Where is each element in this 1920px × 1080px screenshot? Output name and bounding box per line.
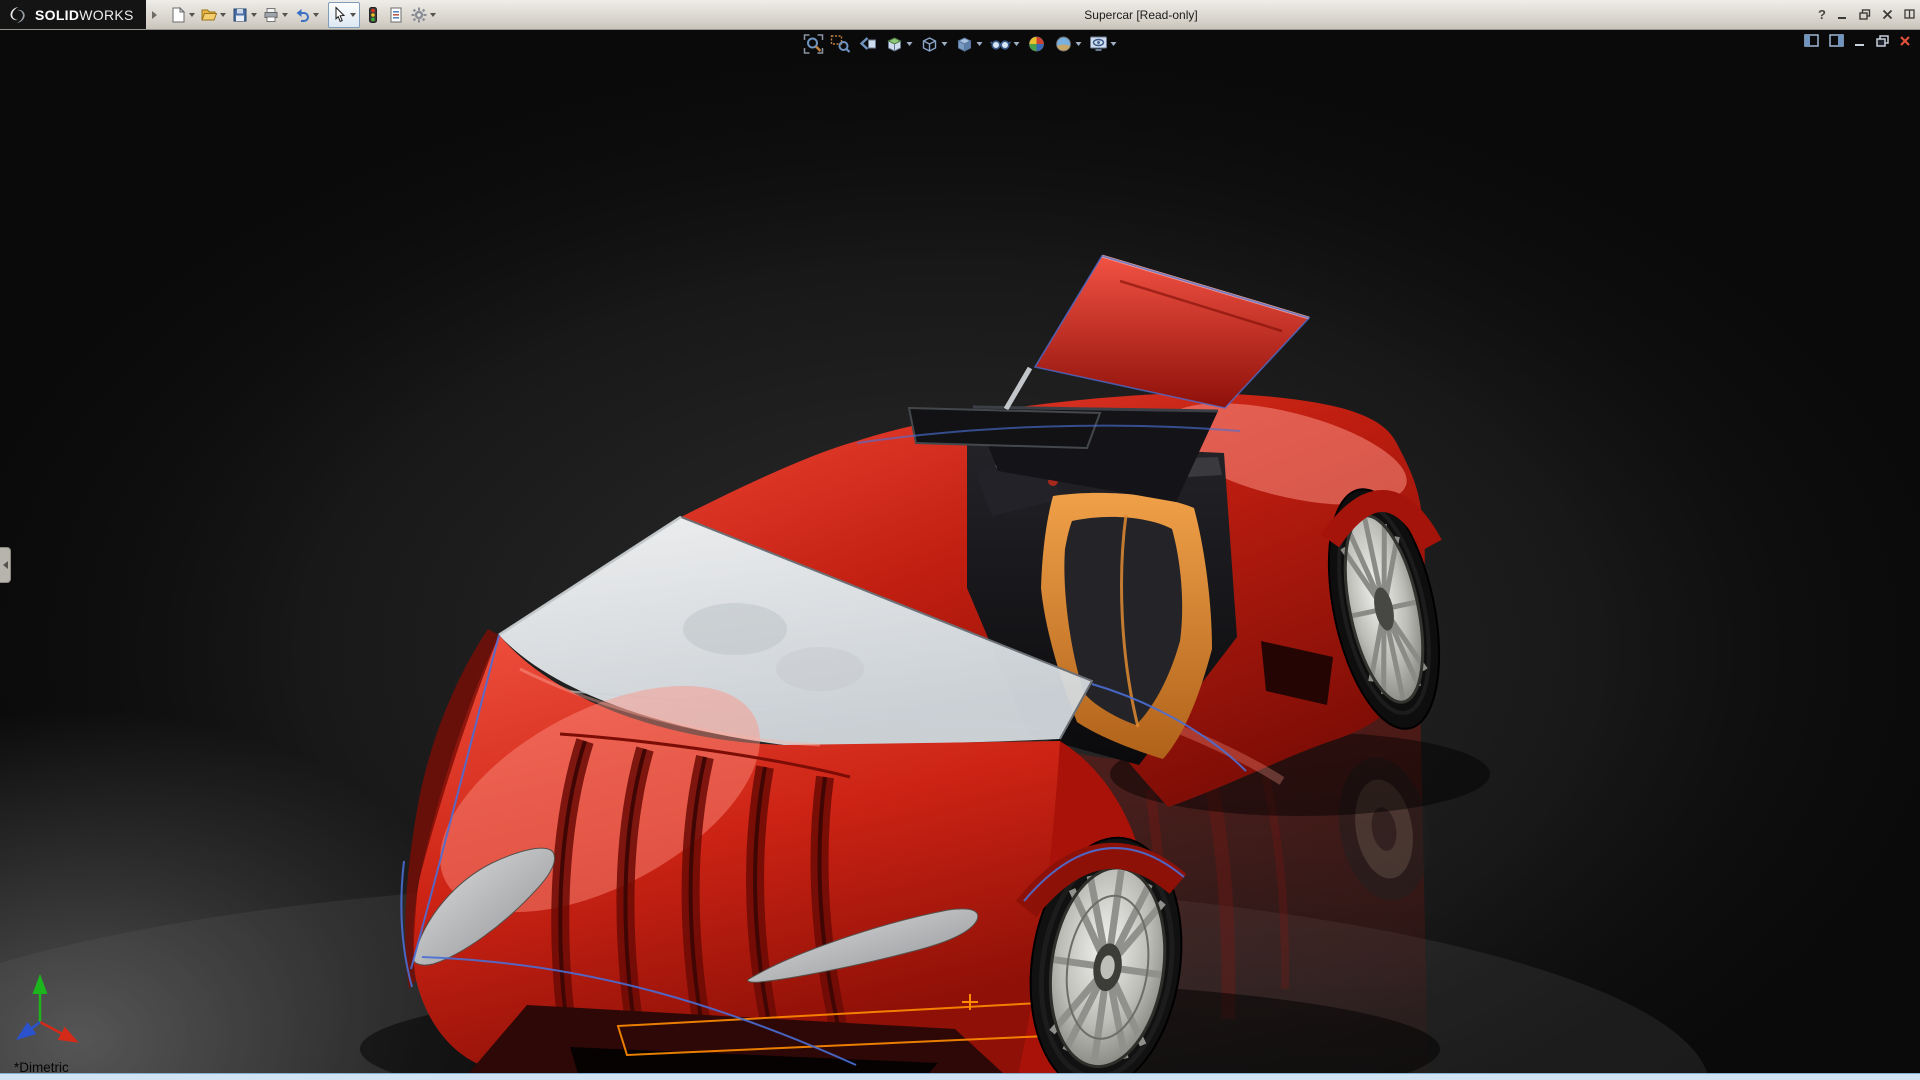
hide-show-items-button[interactable] <box>988 33 1022 55</box>
select-cursor-icon <box>332 6 348 23</box>
doc-minimize-button[interactable] <box>1854 35 1866 47</box>
doc-close-button[interactable] <box>1899 35 1911 47</box>
options-icon <box>410 6 428 24</box>
undo-dropdown-icon[interactable] <box>313 13 319 17</box>
previous-view-icon <box>858 34 878 54</box>
rebuild-traffic-light-icon <box>364 6 382 24</box>
zoom-area-button[interactable] <box>829 33 853 55</box>
view-settings-button[interactable] <box>1087 33 1119 55</box>
doc-close-icon <box>1899 35 1911 47</box>
section-view-dropdown-icon[interactable] <box>907 42 913 46</box>
print-dropdown-icon[interactable] <box>282 13 288 17</box>
zoom-fit-icon <box>804 34 824 54</box>
close-icon <box>1882 9 1893 20</box>
status-bar-strip <box>0 1073 1920 1080</box>
collapse-arrow-icon <box>3 561 8 569</box>
edit-appearance-button[interactable] <box>1025 33 1049 55</box>
apply-scene-icon <box>1054 34 1074 54</box>
view-orientation-button[interactable] <box>918 33 950 55</box>
save-icon <box>231 6 249 24</box>
display-style-dropdown-icon[interactable] <box>977 42 983 46</box>
pane-right-icon <box>1829 34 1844 47</box>
zoom-area-icon <box>831 34 851 54</box>
open-icon <box>200 6 218 24</box>
zoom-fit-button[interactable] <box>802 33 826 55</box>
graphics-area[interactable]: *Dimetric <box>0 29 1920 1074</box>
pane-left-button[interactable] <box>1804 34 1819 47</box>
view-orientation-label: *Dimetric <box>14 1060 69 1074</box>
undo-icon <box>293 6 311 24</box>
document-title: Supercar [Read-only] <box>1084 0 1197 29</box>
restore-button[interactable] <box>1859 9 1871 20</box>
display-style-button[interactable] <box>953 33 985 55</box>
undo-button[interactable] <box>292 3 320 27</box>
solidworks-logo[interactable]: SOLIDWORKS <box>0 0 146 29</box>
select-button[interactable] <box>328 2 360 28</box>
open-dropdown-icon[interactable] <box>220 13 226 17</box>
minimize-button[interactable] <box>1837 9 1848 20</box>
select-dropdown-icon[interactable] <box>350 13 356 17</box>
section-view-button[interactable] <box>883 33 915 55</box>
document-window-controls <box>1804 34 1911 47</box>
file-properties-button[interactable] <box>386 3 406 27</box>
options-button[interactable] <box>409 3 437 27</box>
menu-bar: SOLIDWORKS <box>0 0 1920 30</box>
logo-text: SOLIDWORKS <box>35 7 134 23</box>
open-button[interactable] <box>199 3 227 27</box>
hide-show-dropdown-icon[interactable] <box>1014 42 1020 46</box>
edit-appearance-icon <box>1027 34 1047 54</box>
view-settings-icon <box>1089 34 1109 54</box>
menu-expand-icon[interactable] <box>152 11 157 19</box>
close-button[interactable] <box>1882 9 1893 20</box>
display-style-icon <box>955 34 975 54</box>
new-dropdown-icon[interactable] <box>189 13 195 17</box>
feature-tree-collapse-tab[interactable] <box>0 547 11 583</box>
triad-x-axis <box>40 1022 70 1038</box>
view-orientation-cube-icon <box>920 34 940 54</box>
window-controls: ? <box>1818 0 1916 29</box>
save-dropdown-icon[interactable] <box>251 13 257 17</box>
dassault-logo-icon <box>8 6 28 24</box>
section-view-icon <box>885 34 905 54</box>
doc-minimize-icon <box>1854 35 1866 47</box>
restore-icon <box>1859 9 1871 20</box>
doc-restore-icon <box>1876 35 1889 47</box>
options-dropdown-icon[interactable] <box>430 13 436 17</box>
print-icon <box>262 6 280 24</box>
triad-z-axis <box>24 1022 40 1034</box>
view-orientation-dropdown-icon[interactable] <box>942 42 948 46</box>
print-button[interactable] <box>261 3 289 27</box>
orientation-triad <box>14 968 98 1052</box>
new-document-button[interactable] <box>168 3 196 27</box>
file-properties-icon <box>387 6 405 24</box>
help-icon[interactable]: ? <box>1818 7 1826 22</box>
doc-restore-button[interactable] <box>1876 35 1889 47</box>
new-document-icon <box>169 6 187 24</box>
hide-show-items-icon <box>990 34 1012 54</box>
previous-view-button[interactable] <box>856 33 880 55</box>
minimize-icon <box>1837 9 1848 20</box>
save-button[interactable] <box>230 3 258 27</box>
pane-left-icon <box>1804 34 1819 47</box>
apply-scene-dropdown-icon[interactable] <box>1076 42 1082 46</box>
3d-scene[interactable] <box>0 29 1920 1074</box>
apply-scene-button[interactable] <box>1052 33 1084 55</box>
pane-layout-button[interactable] <box>1904 9 1916 20</box>
pane-layout-icon <box>1904 9 1916 20</box>
standard-toolbar <box>165 0 437 29</box>
view-settings-dropdown-icon[interactable] <box>1111 42 1117 46</box>
rebuild-button[interactable] <box>363 3 383 27</box>
pane-right-button[interactable] <box>1829 34 1844 47</box>
headsup-view-toolbar <box>802 33 1119 55</box>
